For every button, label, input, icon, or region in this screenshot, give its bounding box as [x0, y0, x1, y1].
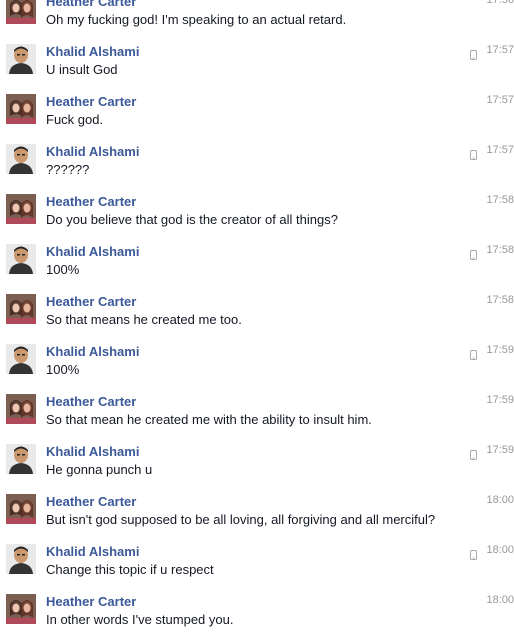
message-timestamp: 17:59	[486, 444, 514, 456]
mobile-phone-icon	[470, 447, 477, 460]
message-row: Khalid Alshami 100% 17:58	[0, 244, 514, 294]
message-row: Heather Carter In other words I've stumpe…	[0, 594, 514, 644]
heather-avatar[interactable]	[6, 394, 36, 424]
sender-name[interactable]: Khalid Alshami	[46, 44, 139, 59]
message-row: Heather Carter Fuck god. 17:57	[0, 94, 514, 144]
sender-name[interactable]: Heather Carter	[46, 394, 136, 409]
message-timestamp: 18:00	[486, 494, 514, 506]
message-row: Heather Carter But isn't god supposed to …	[0, 494, 514, 544]
message-timestamp: 17:56	[486, 0, 514, 6]
mobile-phone-icon	[470, 47, 477, 60]
message-row: Heather Carter Do you believe that god is…	[0, 194, 514, 244]
message-timestamp: 17:59	[486, 344, 514, 356]
sender-name[interactable]: Khalid Alshami	[46, 144, 139, 159]
message-text: In other words I've stumped you.	[46, 612, 234, 627]
message-timestamp: 17:57	[486, 44, 514, 56]
heather-avatar[interactable]	[6, 294, 36, 324]
message-text: So that mean he created me with the abil…	[46, 412, 372, 427]
message-text: ??????	[46, 162, 90, 177]
mobile-phone-icon	[470, 147, 477, 160]
khalid-avatar[interactable]	[6, 344, 36, 374]
message-text: 100%	[46, 362, 80, 377]
message-row: Khalid Alshami?????? 17:57	[0, 144, 514, 194]
sender-name[interactable]: Heather Carter	[46, 194, 136, 209]
message-timestamp: 17:57	[486, 144, 514, 156]
message-text: He gonna punch u	[46, 462, 153, 477]
message-timestamp: 17:58	[486, 244, 514, 256]
heather-avatar[interactable]	[6, 594, 36, 624]
message-timestamp: 17:58	[486, 194, 514, 206]
message-text: 100%	[46, 262, 80, 277]
khalid-avatar[interactable]	[6, 144, 36, 174]
message-row: Khalid Alshami 100% 17:59	[0, 344, 514, 394]
heather-avatar[interactable]	[6, 94, 36, 124]
khalid-avatar[interactable]	[6, 444, 36, 474]
sender-name[interactable]: Heather Carter	[46, 494, 136, 509]
message-text: So that means he created me too.	[46, 312, 242, 327]
mobile-phone-icon	[470, 347, 477, 360]
message-row: Khalid Alshami U insult God 17:57	[0, 44, 514, 94]
message-timestamp: 17:58	[486, 294, 514, 306]
heather-avatar[interactable]	[6, 494, 36, 524]
sender-name[interactable]: Khalid Alshami	[46, 544, 139, 559]
sender-name[interactable]: Heather Carter	[46, 94, 136, 109]
message-row: Heather Carter So that mean he created me…	[0, 394, 514, 444]
khalid-avatar[interactable]	[6, 244, 36, 274]
message-timestamp: 18:00	[486, 544, 514, 556]
message-text: Fuck god.	[46, 112, 104, 127]
message-text: U insult God	[46, 62, 118, 77]
sender-name[interactable]: Khalid Alshami	[46, 244, 139, 259]
message-timestamp: 17:59	[486, 394, 514, 406]
mobile-phone-icon	[470, 547, 477, 560]
message-thread: Heather Carter Oh my fucking god! I'm spe…	[0, 0, 514, 636]
khalid-avatar[interactable]	[6, 544, 36, 574]
message-row: Khalid Alshami Change this topic if u res…	[0, 544, 514, 594]
sender-name[interactable]: Khalid Alshami	[46, 444, 139, 459]
message-text: Do you believe that god is the creator o…	[46, 212, 338, 227]
sender-name[interactable]: Heather Carter	[46, 294, 136, 309]
message-text: But isn't god supposed to be all loving,…	[46, 512, 436, 527]
sender-name[interactable]: Heather Carter	[46, 594, 136, 609]
heather-avatar[interactable]	[6, 194, 36, 224]
message-row: Heather Carter So that means he created m…	[0, 294, 514, 344]
khalid-avatar[interactable]	[6, 44, 36, 74]
message-text: Oh my fucking god! I'm speaking to an ac…	[46, 12, 347, 27]
sender-name[interactable]: Heather Carter	[46, 0, 136, 9]
message-row: Khalid Alshami He gonna punch u 17:59	[0, 444, 514, 494]
sender-name[interactable]: Khalid Alshami	[46, 344, 139, 359]
message-timestamp: 18:00	[486, 594, 514, 606]
message-timestamp: 17:57	[486, 94, 514, 106]
message-row: Heather Carter Oh my fucking god! I'm spe…	[0, 0, 514, 44]
message-text: Change this topic if u respect	[46, 562, 214, 577]
mobile-phone-icon	[470, 247, 477, 260]
heather-avatar[interactable]	[6, 0, 36, 24]
